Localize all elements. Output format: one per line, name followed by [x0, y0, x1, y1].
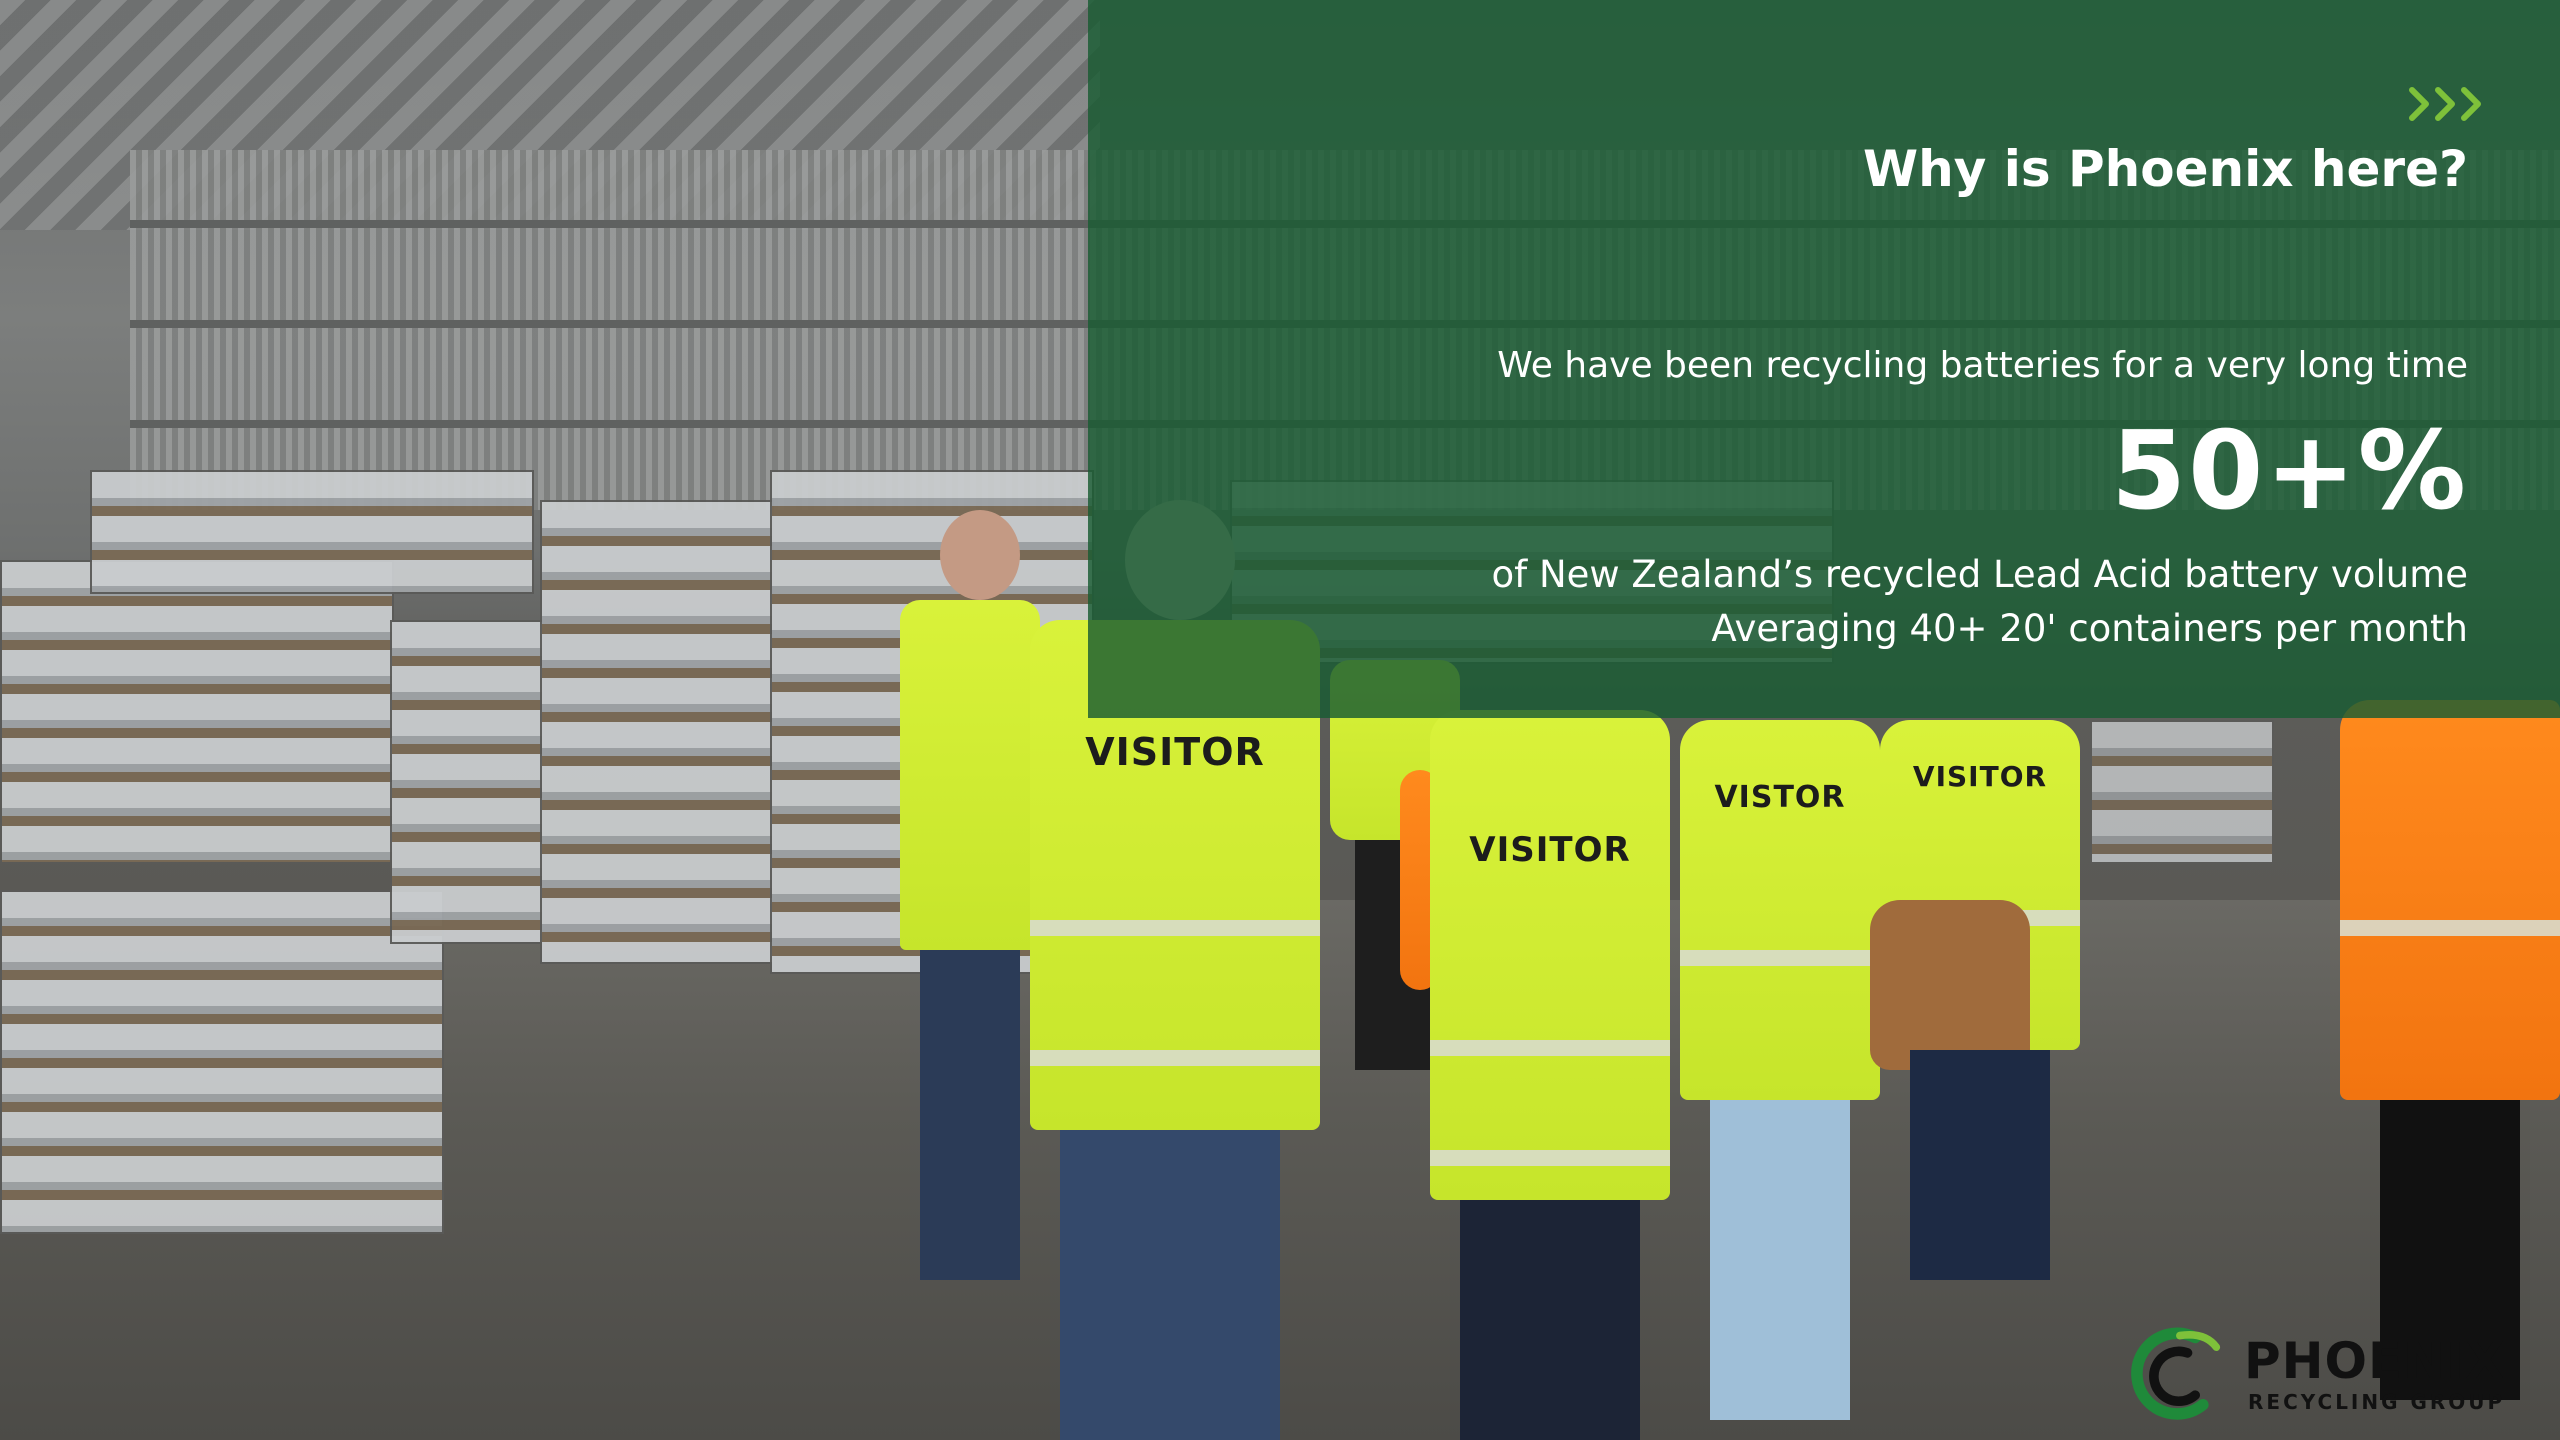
- person-worker: [2340, 640, 2560, 1400]
- legs: [920, 950, 1020, 1280]
- reflective-stripe: [1030, 920, 1320, 936]
- person-visitor: [900, 510, 1040, 1280]
- big-stat-value: 50+%: [2111, 409, 2468, 534]
- legs: [1060, 1130, 1280, 1440]
- reflective-stripe: [1430, 1040, 1670, 1056]
- logo-subtitle: RECYCLING GROUP: [2248, 1390, 2506, 1414]
- battery-pallet-stack: [540, 500, 774, 964]
- legs: [1460, 1200, 1640, 1440]
- slide-title: Why is Phoenix here?: [1862, 140, 2468, 198]
- vest-label: VISITOR: [1469, 830, 1631, 870]
- vest-label: VISITOR: [1912, 760, 2048, 793]
- logo-name: PHOENIX: [2244, 1332, 2506, 1390]
- legs: [1910, 1050, 2050, 1280]
- stat-line: Averaging 40+ 20' containers per month: [1711, 607, 2468, 650]
- head: [940, 510, 1020, 600]
- stat-description: of New Zealand’s recycled Lead Acid batt…: [1492, 548, 2468, 656]
- triple-chevron-icon: [2409, 87, 2481, 121]
- phoenix-logo: PHOENIX RECYCLING GROUP: [2128, 1322, 2538, 1422]
- battery-pallet-stack: [390, 620, 544, 944]
- legs: [1710, 1100, 1850, 1420]
- battery-pallet-stack: [0, 560, 394, 864]
- person-visitor: VISTOR: [1680, 700, 1880, 1420]
- safety-vest: [900, 600, 1040, 950]
- safety-vest: VISITOR: [1430, 710, 1670, 1200]
- safety-vest: VISTOR: [1680, 720, 1880, 1100]
- vest-label: VISITOR: [1085, 730, 1265, 774]
- reflective-stripe: [1430, 1150, 1670, 1166]
- reflective-stripe: [1030, 1050, 1320, 1066]
- battery-pallet-stack: [90, 470, 534, 594]
- reflective-stripe: [1680, 950, 1880, 966]
- battery-pallet-stack: [0, 890, 444, 1234]
- stat-line: of New Zealand’s recycled Lead Acid batt…: [1491, 553, 2468, 596]
- intro-text: We have been recycling batteries for a v…: [1497, 345, 2468, 386]
- handbag: [1870, 900, 2030, 1070]
- phoenix-swoosh-icon: [2131, 1327, 2221, 1420]
- person-visitor: VISITOR: [1400, 650, 1680, 1440]
- reflective-stripe: [2340, 920, 2560, 936]
- orange-vest: [2340, 700, 2560, 1100]
- slide: VISITOR VISITOR VISTOR VISITOR Why is Ph…: [0, 0, 2560, 1440]
- battery-pallet-stack: [2090, 720, 2274, 864]
- info-panel: Why is Phoenix here? We have been recycl…: [1088, 0, 2560, 718]
- vest-label: VISTOR: [1714, 780, 1846, 815]
- person-visitor: VISITOR: [1870, 700, 2080, 1280]
